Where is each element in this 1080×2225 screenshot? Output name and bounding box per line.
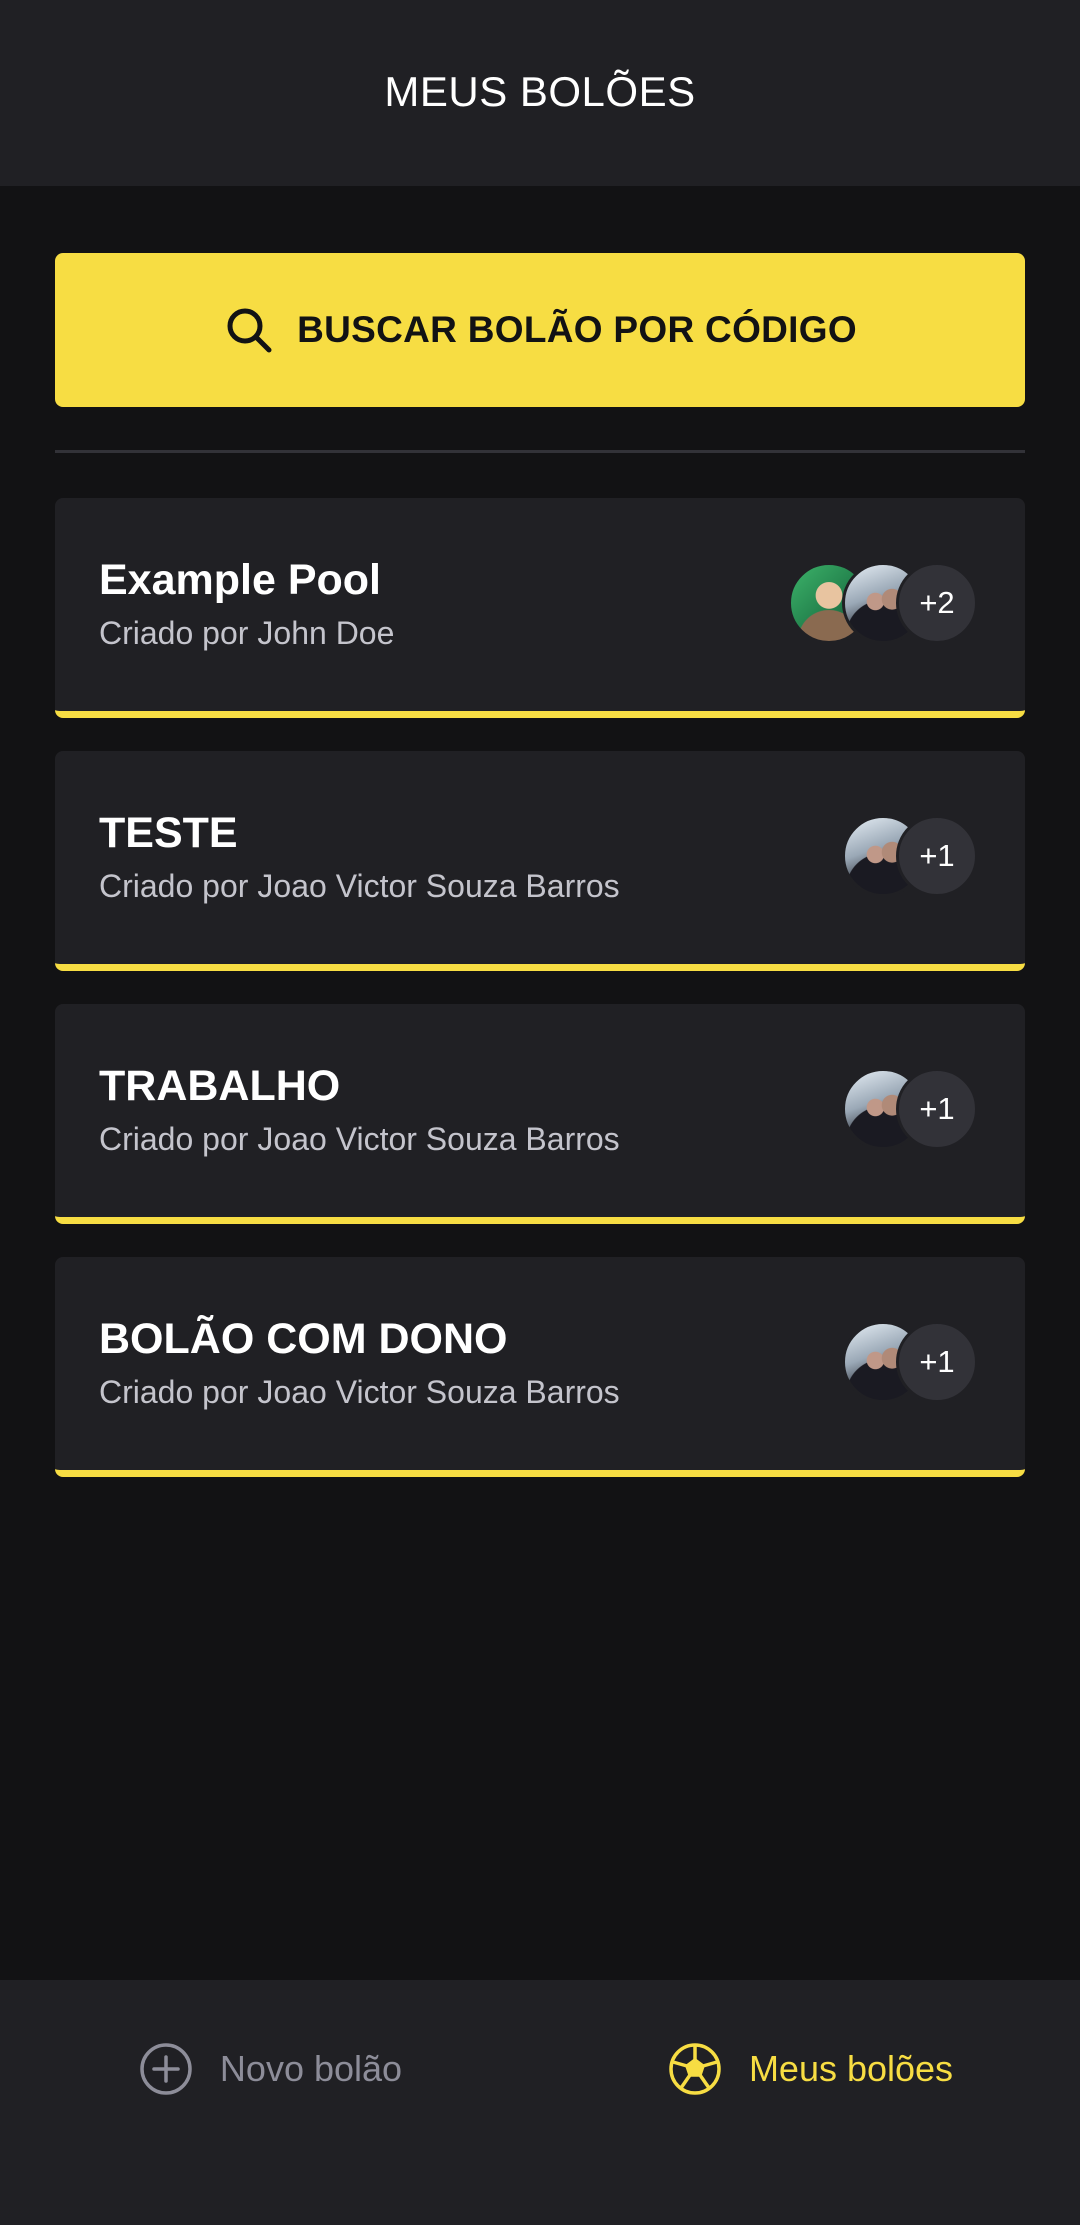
pool-card[interactable]: TRABALHO Criado por Joao Victor Souza Bar… — [55, 1004, 1025, 1224]
owner-name: Joao Victor Souza Barros — [257, 1374, 620, 1410]
search-button-label: BUSCAR BOLÃO POR CÓDIGO — [297, 309, 857, 350]
participants-count-badge: +1 — [896, 1068, 978, 1150]
soccer-ball-icon — [667, 2041, 723, 2097]
owner-prefix: Criado por — [99, 1374, 249, 1410]
pool-owner: Criado por Joao Victor Souza Barros — [99, 865, 620, 907]
pool-card[interactable]: TESTE Criado por Joao Victor Souza Barros… — [55, 751, 1025, 971]
pool-owner: Criado por Joao Victor Souza Barros — [99, 1371, 620, 1413]
pool-info: Example Pool Criado por John Doe — [99, 554, 394, 654]
divider — [55, 450, 1025, 453]
pool-info: TESTE Criado por Joao Victor Souza Barros — [99, 807, 620, 907]
owner-name: John Doe — [257, 615, 395, 651]
app-root: MEUS BOLÕES BUSCAR BOLÃO POR CÓDIGO Exam… — [0, 0, 1080, 2225]
participants-avatars: +2 — [788, 562, 978, 644]
pool-title: Example Pool — [99, 556, 381, 604]
owner-prefix: Criado por — [99, 1121, 249, 1157]
participants-avatars: +1 — [842, 1321, 978, 1403]
plus-circle-icon — [138, 2041, 194, 2097]
participants-count-badge: +1 — [896, 1321, 978, 1403]
pool-info: BOLÃO COM DONO Criado por Joao Victor Sou… — [99, 1313, 620, 1413]
tab-new-pool-label: Novo bolão — [219, 2048, 403, 2089]
participants-avatars: +1 — [842, 815, 978, 897]
pool-list: Example Pool Criado por John Doe +2 TESTE… — [55, 498, 1025, 1510]
pool-title: TRABALHO — [99, 1062, 341, 1110]
app-header: MEUS BOLÕES — [0, 0, 1080, 186]
pool-owner: Criado por John Doe — [99, 612, 394, 654]
owner-prefix: Criado por — [99, 868, 249, 904]
page-title: MEUS BOLÕES — [384, 68, 696, 115]
tab-my-pools[interactable]: Meus bolões — [540, 1980, 1080, 2158]
participants-avatars: +1 — [842, 1068, 978, 1150]
owner-prefix: Criado por — [99, 615, 249, 651]
tab-my-pools-label: Meus bolões — [748, 2048, 954, 2089]
participants-count-badge: +2 — [896, 562, 978, 644]
participants-count-badge: +1 — [896, 815, 978, 897]
tab-new-pool[interactable]: Novo bolão — [0, 1980, 540, 2158]
search-icon — [223, 304, 275, 356]
pool-card[interactable]: BOLÃO COM DONO Criado por Joao Victor Sou… — [55, 1257, 1025, 1477]
owner-name: Joao Victor Souza Barros — [257, 868, 620, 904]
pool-title: TESTE — [99, 809, 238, 857]
bottom-tab-bar: Novo bolão Meus bolões — [0, 1980, 1080, 2225]
pool-card[interactable]: Example Pool Criado por John Doe +2 — [55, 498, 1025, 718]
pool-owner: Criado por Joao Victor Souza Barros — [99, 1118, 620, 1160]
pool-info: TRABALHO Criado por Joao Victor Souza Bar… — [99, 1060, 620, 1160]
pool-title: BOLÃO COM DONO — [99, 1315, 508, 1363]
owner-name: Joao Victor Souza Barros — [257, 1121, 620, 1157]
search-pool-by-code-button[interactable]: BUSCAR BOLÃO POR CÓDIGO — [55, 253, 1025, 407]
